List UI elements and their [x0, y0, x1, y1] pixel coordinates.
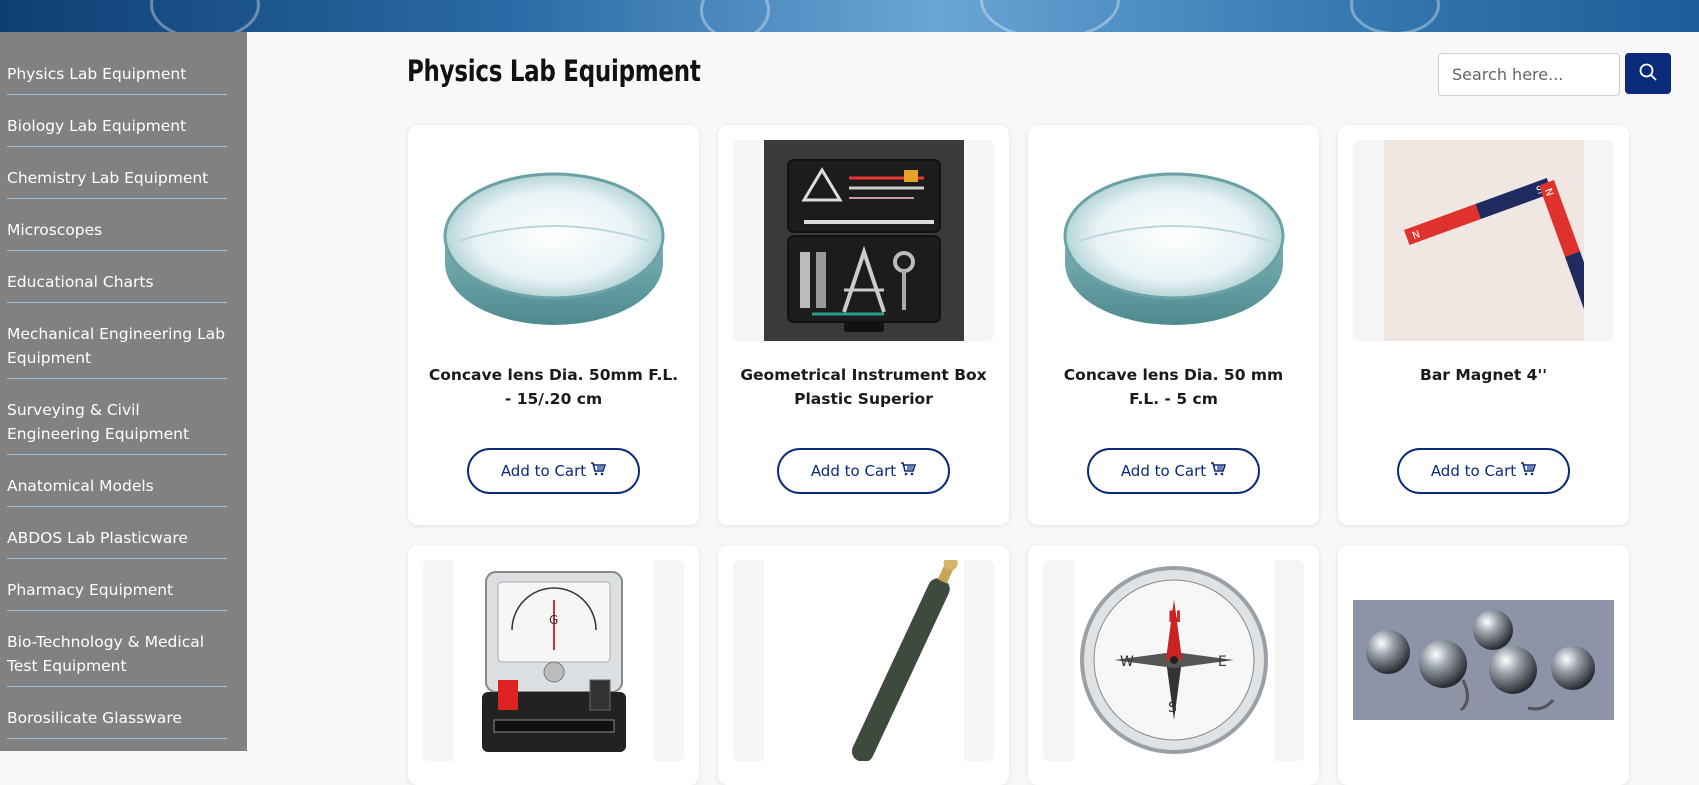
product-image-concave-lens[interactable]: [1043, 140, 1304, 341]
sidebar-item-label: Physics Lab Equipment: [7, 65, 187, 83]
sidebar-item-label: ABDOS Lab Plasticware: [7, 529, 188, 547]
cart-icon: [1520, 462, 1537, 480]
sidebar-item-microscopes[interactable]: Microscopes: [7, 199, 227, 251]
cart-icon: [900, 462, 917, 480]
sidebar-item-surveying-civil[interactable]: Surveying & Civil Engineering Equipment: [7, 379, 227, 455]
sidebar-item-label: Anatomical Models: [7, 477, 154, 495]
product-image-ebonite-rod[interactable]: [733, 560, 994, 761]
svg-text:N: N: [1168, 607, 1181, 626]
sidebar-item-physics[interactable]: Physics Lab Equipment: [7, 32, 227, 95]
sidebar-item-label: Educational Charts: [7, 273, 154, 291]
category-sidebar: Physics Lab Equipment Biology Lab Equipm…: [0, 32, 247, 751]
sidebar-item-mechanical-engineering[interactable]: Mechanical Engineering Lab Equipment: [7, 303, 227, 379]
add-to-cart-label: Add to Cart: [500, 462, 587, 480]
search-input[interactable]: [1438, 53, 1620, 96]
sidebar-item-educational-charts[interactable]: Educational Charts: [7, 251, 227, 303]
sidebar-item-borosilicate-glassware[interactable]: Borosilicate Glassware: [7, 687, 227, 739]
sidebar-item-biotech-medical[interactable]: Bio-Technology & Medical Test Equipment: [7, 611, 227, 687]
sidebar-item-abdos-plasticware[interactable]: ABDOS Lab Plasticware: [7, 507, 227, 559]
product-image-steel-balls[interactable]: [1353, 560, 1614, 761]
product-image-geometry-box[interactable]: [733, 140, 994, 341]
sidebar-item-label: Bio-Technology & Medical Test Equipment: [7, 633, 205, 675]
svg-text:G: G: [549, 613, 558, 627]
product-card: N S W E: [1028, 545, 1319, 785]
product-card: [1338, 545, 1629, 785]
banner-glassware-image: [150, 0, 260, 32]
product-card: [718, 545, 1009, 785]
add-to-cart-label: Add to Cart: [1430, 462, 1517, 480]
add-to-cart-button[interactable]: Add to Cart: [467, 448, 640, 494]
sidebar-item-label: Pharmacy Equipment: [7, 581, 174, 599]
product-card: Concave lens Dia. 50mm F.L. - 15/.20 cm …: [408, 125, 699, 525]
product-name[interactable]: Bar Magnet 4'': [1358, 363, 1609, 387]
product-image-concave-lens[interactable]: [423, 140, 684, 341]
add-to-cart-label: Add to Cart: [810, 462, 897, 480]
sidebar-item-pharmacy[interactable]: Pharmacy Equipment: [7, 559, 227, 611]
product-card: Concave lens Dia. 50 mm F.L. - 5 cm Add …: [1028, 125, 1319, 525]
product-image-compass[interactable]: N S W E: [1043, 560, 1304, 761]
add-to-cart-button[interactable]: Add to Cart: [777, 448, 950, 494]
product-name[interactable]: Concave lens Dia. 50 mm F.L. - 5 cm: [1048, 363, 1299, 411]
sidebar-item-chemistry[interactable]: Chemistry Lab Equipment: [7, 147, 227, 199]
cart-icon: [1210, 462, 1227, 480]
product-name[interactable]: Concave lens Dia. 50mm F.L. - 15/.20 cm: [428, 363, 679, 411]
sidebar-item-biology[interactable]: Biology Lab Equipment: [7, 95, 227, 147]
sidebar-item-anatomical-models[interactable]: Anatomical Models: [7, 455, 227, 507]
sidebar-item-label: Surveying & Civil Engineering Equipment: [7, 401, 190, 443]
page-title: Physics Lab Equipment: [407, 54, 701, 88]
product-card: N S N S Bar Magnet 4'' Add to Cart: [1338, 125, 1629, 525]
svg-text:S: S: [1168, 700, 1177, 716]
sidebar-item-label: Borosilicate Glassware: [7, 709, 182, 727]
product-card: G: [408, 545, 699, 785]
add-to-cart-button[interactable]: Add to Cart: [1397, 448, 1570, 494]
header-banner: [0, 0, 1699, 32]
add-to-cart-label: Add to Cart: [1120, 462, 1207, 480]
svg-text:W: W: [1120, 654, 1134, 670]
search-button[interactable]: [1625, 53, 1671, 94]
product-image-bar-magnet[interactable]: N S N S: [1353, 140, 1614, 341]
sidebar-item-label: Microscopes: [7, 221, 103, 239]
product-image-galvanometer[interactable]: G: [423, 560, 684, 761]
sidebar-item-label: Chemistry Lab Equipment: [7, 169, 209, 187]
banner-glassware-image: [700, 0, 770, 32]
svg-text:E: E: [1218, 654, 1227, 670]
sidebar-item-label: Mechanical Engineering Lab Equipment: [7, 325, 226, 367]
banner-glassware-image: [1350, 0, 1440, 32]
cart-icon: [590, 462, 607, 480]
product-name[interactable]: Geometrical Instrument Box Plastic Super…: [738, 363, 989, 411]
sidebar-item-label: Biology Lab Equipment: [7, 117, 187, 135]
product-card: Geometrical Instrument Box Plastic Super…: [718, 125, 1009, 525]
banner-glassware-image: [980, 0, 1120, 32]
add-to-cart-button[interactable]: Add to Cart: [1087, 448, 1260, 494]
search-icon: [1639, 63, 1657, 84]
